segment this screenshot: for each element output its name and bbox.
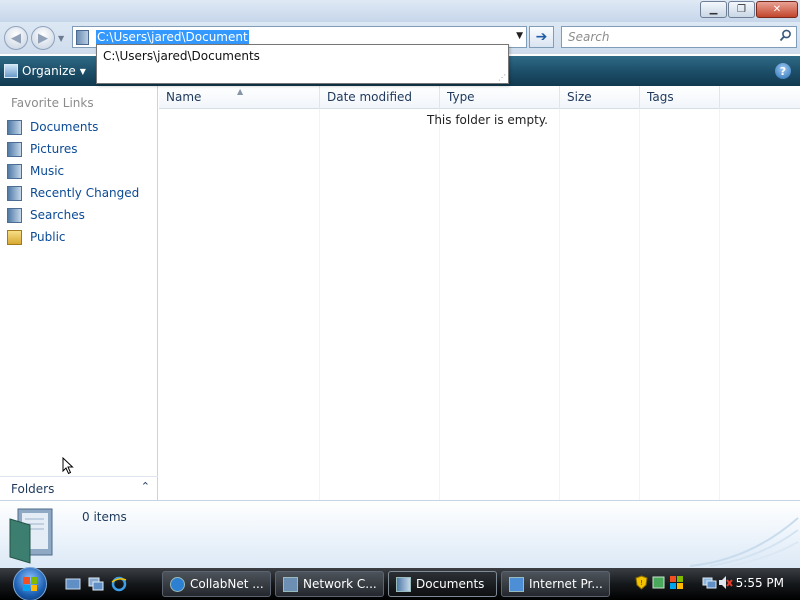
security-shield-icon[interactable]: ! <box>634 575 649 590</box>
music-icon <box>7 163 22 179</box>
autocomplete-item[interactable]: C:\Users\jared\Documents <box>103 49 260 63</box>
column-header-tags[interactable]: Tags <box>640 86 720 109</box>
help-button[interactable]: ? <box>775 63 791 79</box>
svg-text:!: ! <box>640 579 643 587</box>
column-divider <box>559 109 560 500</box>
search-icon[interactable] <box>779 29 792 42</box>
organize-icon <box>4 64 18 78</box>
public-folder-icon <box>7 229 22 245</box>
organize-label: Organize <box>22 64 76 78</box>
sidebar-gadgets-icon[interactable] <box>651 575 666 590</box>
sidebar-item-documents[interactable]: Documents <box>7 118 98 136</box>
folders-toggle[interactable]: Folders ⌃ <box>0 476 158 500</box>
taskbar-item-network[interactable]: Network C... <box>275 571 384 597</box>
column-header-date-modified[interactable]: Date modified <box>320 86 440 109</box>
documents-folder-large-icon <box>9 508 53 564</box>
back-button[interactable]: ◀ <box>4 26 28 50</box>
sidebar-item-music[interactable]: Music <box>7 162 64 180</box>
navigation-pane: Favorite Links Documents Pictures Music … <box>0 86 158 500</box>
switch-windows-icon[interactable] <box>88 576 104 592</box>
column-header-row: Name ▲ Date modified Type Size Tags <box>159 86 800 109</box>
task-label: CollabNet ... <box>190 577 264 591</box>
decorative-swoosh <box>689 517 799 567</box>
recently-changed-icon <box>7 185 22 201</box>
mouse-cursor-icon <box>62 457 74 475</box>
taskbar-item-documents[interactable]: Documents <box>388 571 497 597</box>
column-header-size[interactable]: Size <box>560 86 640 109</box>
column-label: Tags <box>647 90 674 104</box>
sidebar-item-label: Music <box>30 164 65 178</box>
help-icon: ? <box>779 64 787 78</box>
column-divider <box>719 109 720 500</box>
go-button[interactable]: ➔ <box>529 26 554 48</box>
network-icon <box>283 576 298 592</box>
searches-icon <box>7 207 22 223</box>
internet-explorer-icon <box>170 576 185 592</box>
organize-button[interactable]: Organize ▼ <box>4 60 86 82</box>
title-bar: ▁ ❐ ✕ <box>0 0 800 22</box>
maximize-button[interactable]: ❐ <box>728 1 755 18</box>
forward-arrow-icon: ▶ <box>38 30 48 46</box>
language-bar-icon[interactable] <box>669 575 684 590</box>
column-label: Type <box>447 90 475 104</box>
taskbar: CollabNet ... Network C... Documents Int… <box>0 567 800 600</box>
sidebar-item-label: Pictures <box>30 142 78 156</box>
system-tray: ! 5:55 PM <box>630 572 800 596</box>
go-arrow-icon: ➔ <box>535 29 548 45</box>
sidebar-item-label: Searches <box>30 208 85 222</box>
internet-explorer-icon[interactable] <box>111 576 127 592</box>
task-label: Internet Pr... <box>529 577 603 591</box>
search-box[interactable]: Search <box>561 26 797 48</box>
close-button[interactable]: ✕ <box>756 1 798 18</box>
address-input[interactable]: C:\Users\jared\Document <box>96 30 249 44</box>
documents-icon <box>7 119 22 135</box>
taskbar-item-internet-properties[interactable]: Internet Pr... <box>501 571 610 597</box>
favorite-links-heading: Favorite Links <box>11 96 94 110</box>
start-button[interactable] <box>10 567 50 600</box>
details-pane: 0 items <box>0 500 800 568</box>
column-divider <box>639 109 640 500</box>
internet-properties-icon <box>509 576 524 592</box>
column-label: Size <box>567 90 592 104</box>
sidebar-item-label: Recently Changed <box>30 186 140 200</box>
item-count: 0 items <box>82 510 127 524</box>
minimize-button[interactable]: ▁ <box>700 1 727 18</box>
search-input[interactable]: Search <box>568 30 610 44</box>
sidebar-item-label: Documents <box>30 120 99 134</box>
documents-folder-icon <box>76 30 89 45</box>
volume-muted-icon[interactable] <box>718 575 733 590</box>
back-arrow-icon: ◀ <box>11 30 21 46</box>
folders-label: Folders <box>11 482 55 496</box>
sidebar-item-pictures[interactable]: Pictures <box>7 140 78 158</box>
show-desktop-icon[interactable] <box>65 576 81 592</box>
sidebar-item-label: Public <box>30 230 66 244</box>
task-label: Documents <box>416 577 485 591</box>
network-status-icon[interactable] <box>702 575 717 590</box>
column-divider <box>439 109 440 500</box>
pictures-icon <box>7 141 22 157</box>
chevron-down-icon: ▼ <box>79 66 86 76</box>
sidebar-item-public[interactable]: Public <box>7 228 66 246</box>
window-controls: ▁ ❐ ✕ <box>700 1 798 18</box>
chevron-up-icon: ⌃ <box>140 480 150 493</box>
empty-folder-message: This folder is empty. <box>427 113 548 127</box>
sidebar-item-searches[interactable]: Searches <box>7 206 85 224</box>
documents-icon <box>396 576 411 592</box>
task-label: Network C... <box>303 577 377 591</box>
column-header-type[interactable]: Type <box>440 86 560 109</box>
column-divider <box>319 109 320 500</box>
address-dropdown-icon[interactable]: ▼ <box>516 31 523 41</box>
windows-logo-icon <box>13 567 47 600</box>
column-label: Date modified <box>327 90 413 104</box>
recent-pages-dropdown[interactable]: ▼ <box>58 34 64 43</box>
forward-button[interactable]: ▶ <box>31 26 55 50</box>
clock[interactable]: 5:55 PM <box>736 576 784 590</box>
column-header-name[interactable]: Name ▲ <box>159 86 320 109</box>
address-autocomplete: C:\Users\jared\Documents ⋰ <box>96 44 509 84</box>
taskbar-item-collabnet[interactable]: CollabNet ... <box>162 571 271 597</box>
resize-grip-icon[interactable]: ⋰ <box>498 73 506 82</box>
column-label: Name <box>166 90 202 104</box>
file-list[interactable]: Name ▲ Date modified Type Size Tags This… <box>159 86 800 500</box>
sidebar-item-recently-changed[interactable]: Recently Changed <box>7 184 139 202</box>
